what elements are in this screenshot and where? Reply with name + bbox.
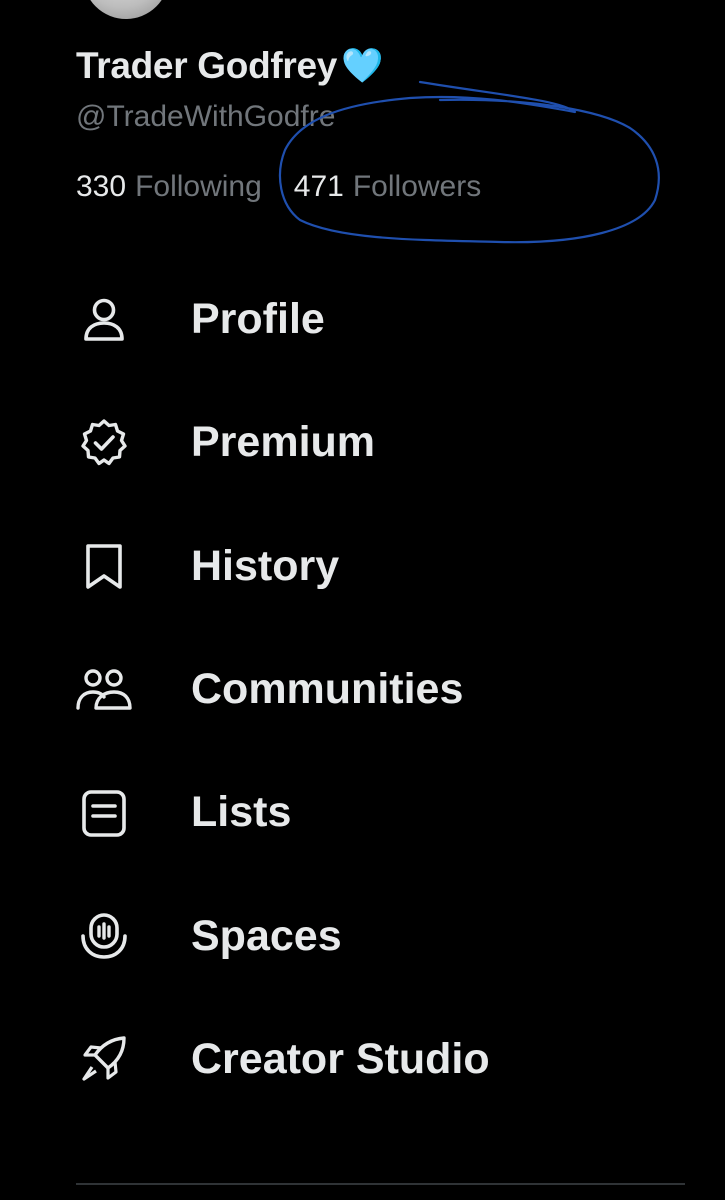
spaces-icon — [76, 908, 132, 964]
follow-stats: 330 Following 471 Followers — [76, 170, 481, 204]
navigation-menu: Profile Premium History Communities List… — [0, 258, 725, 1121]
following-label: Following — [135, 170, 262, 203]
menu-item-label: Spaces — [191, 911, 342, 960]
avatar[interactable] — [80, 0, 172, 22]
verified-badge-icon — [76, 415, 132, 471]
menu-item-label: Communities — [191, 665, 464, 714]
menu-item-label: Lists — [191, 788, 292, 837]
menu-item-communities[interactable]: Communities — [0, 628, 725, 751]
menu-item-label: Premium — [191, 418, 376, 467]
following-link[interactable]: 330 Following — [76, 170, 262, 204]
following-count: 330 — [76, 170, 127, 203]
blue-heart-emoji: 🩵 — [341, 47, 384, 85]
divider — [76, 1183, 685, 1185]
menu-item-label: Creator Studio — [191, 1034, 490, 1083]
bookmark-icon — [76, 538, 132, 594]
menu-item-creator-studio[interactable]: Creator Studio — [0, 998, 725, 1121]
menu-item-spaces[interactable]: Spaces — [0, 874, 725, 997]
followers-count: 471 — [293, 170, 344, 203]
followers-link[interactable]: 471 Followers — [294, 170, 481, 204]
menu-item-history[interactable]: History — [0, 505, 725, 628]
lists-icon — [76, 785, 132, 841]
communities-icon — [76, 662, 132, 718]
menu-item-label: Profile — [191, 295, 325, 344]
menu-item-label: History — [191, 541, 340, 590]
person-icon — [76, 292, 132, 348]
display-name: Trader Godfrey — [76, 45, 338, 86]
menu-item-lists[interactable]: Lists — [0, 751, 725, 874]
menu-item-profile[interactable]: Profile — [0, 258, 725, 381]
followers-label: Followers — [352, 170, 482, 203]
user-handle: @TradeWithGodfre — [76, 100, 336, 133]
menu-item-premium[interactable]: Premium — [0, 381, 725, 504]
rocket-icon — [76, 1031, 132, 1087]
display-name-row[interactable]: Trader Godfrey 🩵 — [76, 40, 383, 92]
